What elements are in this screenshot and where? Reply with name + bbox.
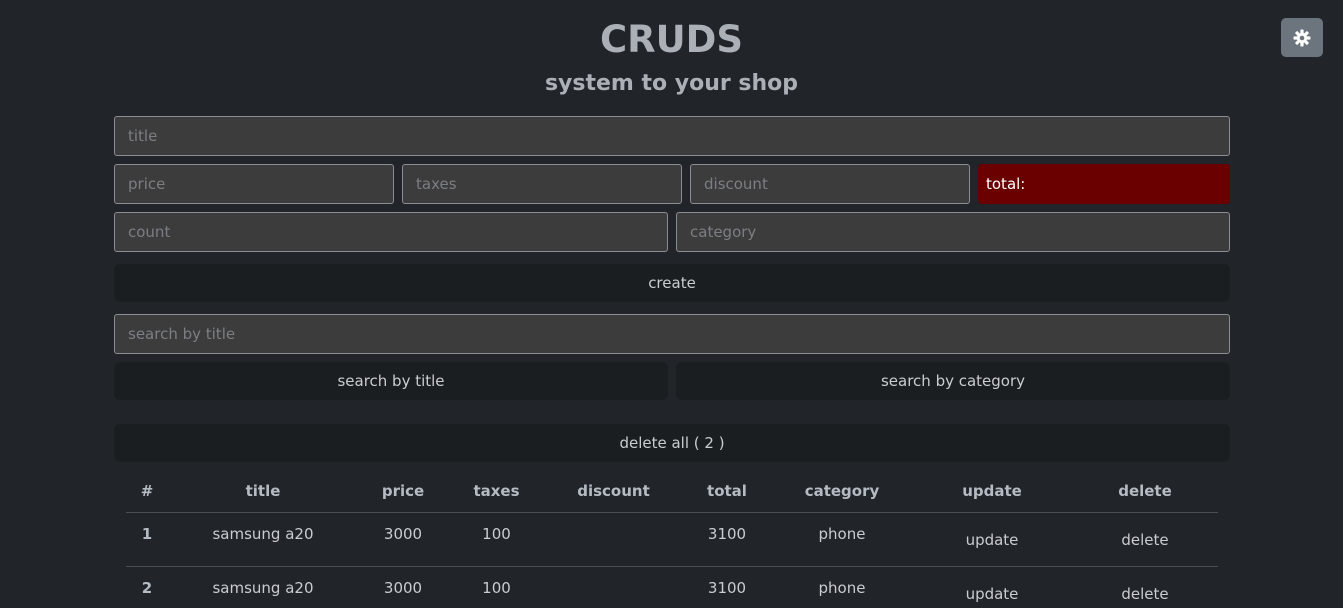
discount-input[interactable]	[690, 164, 970, 204]
total-label: total:	[986, 175, 1026, 193]
row-update-cell: update	[912, 566, 1072, 608]
row-title: samsung a20	[168, 566, 358, 608]
column-header: category	[772, 470, 912, 513]
delete-button[interactable]: delete	[1121, 585, 1168, 603]
total-display: total:	[978, 164, 1230, 204]
count-input[interactable]	[114, 212, 668, 252]
column-header: price	[358, 470, 448, 513]
header: CRUDS system to your shop	[0, 14, 1343, 102]
search-by-title-button[interactable]: search by title	[114, 362, 668, 400]
column-header: title	[168, 470, 358, 513]
row-update-cell: update	[912, 512, 1072, 567]
row-number: 1	[126, 512, 168, 567]
create-button[interactable]: create	[114, 264, 1230, 302]
row-delete-cell: delete	[1072, 566, 1218, 608]
row-price: 3000	[358, 512, 448, 567]
column-header: update	[912, 470, 1072, 513]
page-subtitle: system to your shop	[544, 71, 799, 96]
search-input[interactable]	[114, 314, 1230, 354]
page: CRUDS system to your shop total: create …	[0, 0, 1343, 608]
row-category: phone	[772, 512, 912, 567]
column-header: total	[682, 470, 772, 513]
row-discount	[545, 512, 682, 567]
delete-all-button[interactable]: delete all ( 2 )	[114, 424, 1230, 462]
row-taxes: 100	[448, 512, 545, 567]
taxes-input[interactable]	[402, 164, 682, 204]
price-input[interactable]	[114, 164, 394, 204]
column-header: taxes	[448, 470, 545, 513]
column-header: discount	[545, 470, 682, 513]
row-total: 3100	[682, 566, 772, 608]
column-header: #	[126, 470, 168, 513]
table-row: 1 samsung a20 3000 100 3100 phone update…	[126, 512, 1218, 567]
title-input[interactable]	[114, 116, 1230, 156]
products-table-container: # title price taxes discount total categ…	[126, 470, 1218, 608]
row-price: 3000	[358, 566, 448, 608]
row-title: samsung a20	[168, 512, 358, 567]
column-header: delete	[1072, 470, 1218, 513]
products-table: # title price taxes discount total categ…	[126, 470, 1218, 608]
table-row: 2 samsung a20 3000 100 3100 phone update…	[126, 566, 1218, 608]
search-by-category-button[interactable]: search by category	[676, 362, 1230, 400]
row-total: 3100	[682, 512, 772, 567]
delete-button[interactable]: delete	[1121, 531, 1168, 549]
row-taxes: 100	[448, 566, 545, 608]
row-number: 2	[126, 566, 168, 608]
page-title: CRUDS	[599, 18, 744, 61]
category-input[interactable]	[676, 212, 1230, 252]
row-category: phone	[772, 566, 912, 608]
update-button[interactable]: update	[966, 531, 1019, 549]
row-delete-cell: delete	[1072, 512, 1218, 567]
update-button[interactable]: update	[966, 585, 1019, 603]
row-discount	[545, 566, 682, 608]
table-header-row: # title price taxes discount total categ…	[126, 470, 1218, 513]
